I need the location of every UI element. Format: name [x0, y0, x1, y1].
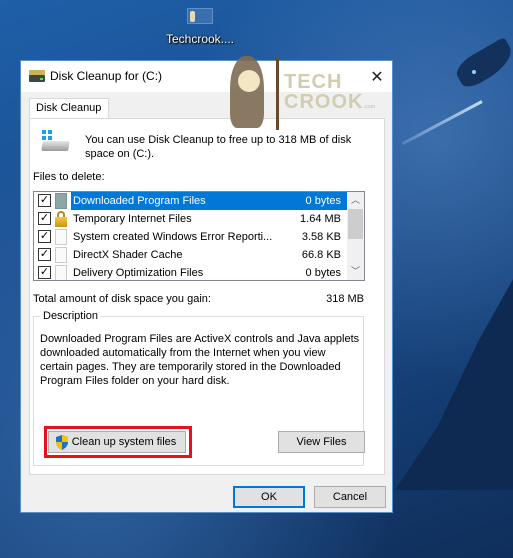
wallpaper-shape [395, 240, 513, 490]
file-checkbox[interactable]: ✓ [38, 266, 51, 279]
file-size: 0 bytes [305, 267, 341, 279]
cancel-button[interactable]: Cancel [314, 486, 386, 508]
close-button[interactable]: ✕ [362, 61, 392, 92]
file-size: 1.64 MB [300, 213, 341, 225]
clean-up-system-files-label: Clean up system files [71, 436, 177, 448]
file-size: 66.8 KB [301, 249, 341, 261]
wallpaper-creature [452, 36, 513, 92]
close-icon: ✕ [370, 68, 384, 86]
scroll-up-arrow-icon[interactable]: ︿ [347, 192, 364, 209]
wallpaper-beam [401, 100, 483, 146]
intro-text: You can use Disk Cleanup to free up to 3… [85, 134, 352, 160]
window-title: Disk Cleanup for (C:) [50, 69, 163, 83]
file-icon [55, 265, 67, 280]
file-size: 3.58 KB [301, 231, 341, 243]
folder-icon [55, 193, 67, 209]
description-text: Downloaded Program Files are ActiveX con… [40, 333, 360, 387]
total-gain-label: Total amount of disk space you gain: [33, 293, 211, 305]
file-checkbox[interactable]: ✓ [38, 230, 51, 243]
scroll-down-arrow-icon[interactable]: ﹀ [347, 263, 364, 280]
wallpaper-creature-eye [472, 70, 476, 74]
disk-cleanup-app-icon [29, 70, 45, 83]
total-gain-value: 318 MB [326, 293, 364, 305]
file-list-item[interactable]: ✓ Temporary Internet Files 1.64 MB [34, 210, 347, 228]
file-list-item[interactable]: ✓ DirectX Shader Cache 66.8 KB [34, 246, 347, 264]
ok-button[interactable]: OK [233, 486, 305, 508]
file-checkbox[interactable]: ✓ [38, 248, 51, 261]
file-checkbox[interactable]: ✓ [38, 212, 51, 225]
disk-cleanup-dialog: Disk Cleanup for (C:) ✕ Disk Cleanup You… [20, 60, 393, 513]
desktop-shortcut[interactable]: Techcrook.... [160, 8, 240, 46]
list-scrollbar[interactable]: ︿ ﹀ [347, 192, 364, 280]
tab-strip: Disk Cleanup [29, 98, 110, 120]
title-bar[interactable]: Disk Cleanup for (C:) ✕ [21, 61, 392, 92]
file-list-item[interactable]: ✓ Delivery Optimization Files 0 bytes [34, 264, 347, 280]
file-checkbox[interactable]: ✓ [38, 194, 51, 207]
file-icon [55, 247, 67, 263]
tab-disk-cleanup[interactable]: Disk Cleanup [29, 98, 110, 120]
file-list-item[interactable]: ✓ System created Windows Error Reporti...… [34, 228, 347, 246]
lock-icon [55, 211, 67, 227]
file-size: 0 bytes [305, 195, 341, 207]
files-to-delete-label: Files to delete: [33, 171, 105, 183]
tab-panel: You can use Disk Cleanup to free up to 3… [29, 118, 385, 475]
uac-shield-icon [56, 435, 68, 450]
desktop-shortcut-label: Techcrook.... [165, 32, 235, 46]
windows-drive-icon [40, 130, 70, 154]
shortcut-thumbnail-icon [187, 8, 213, 24]
scroll-thumb[interactable] [348, 209, 363, 239]
file-icon [55, 229, 67, 245]
files-list[interactable]: ✓ Downloaded Program Files 0 bytes ✓ Tempora… [33, 191, 365, 281]
view-files-button[interactable]: View Files [278, 431, 365, 453]
clean-up-system-files-button[interactable]: Clean up system files [48, 431, 186, 453]
description-legend: Description [40, 310, 102, 322]
file-list-item[interactable]: ✓ Downloaded Program Files 0 bytes [34, 192, 347, 210]
description-group: Description Downloaded Program Files are… [33, 310, 365, 466]
